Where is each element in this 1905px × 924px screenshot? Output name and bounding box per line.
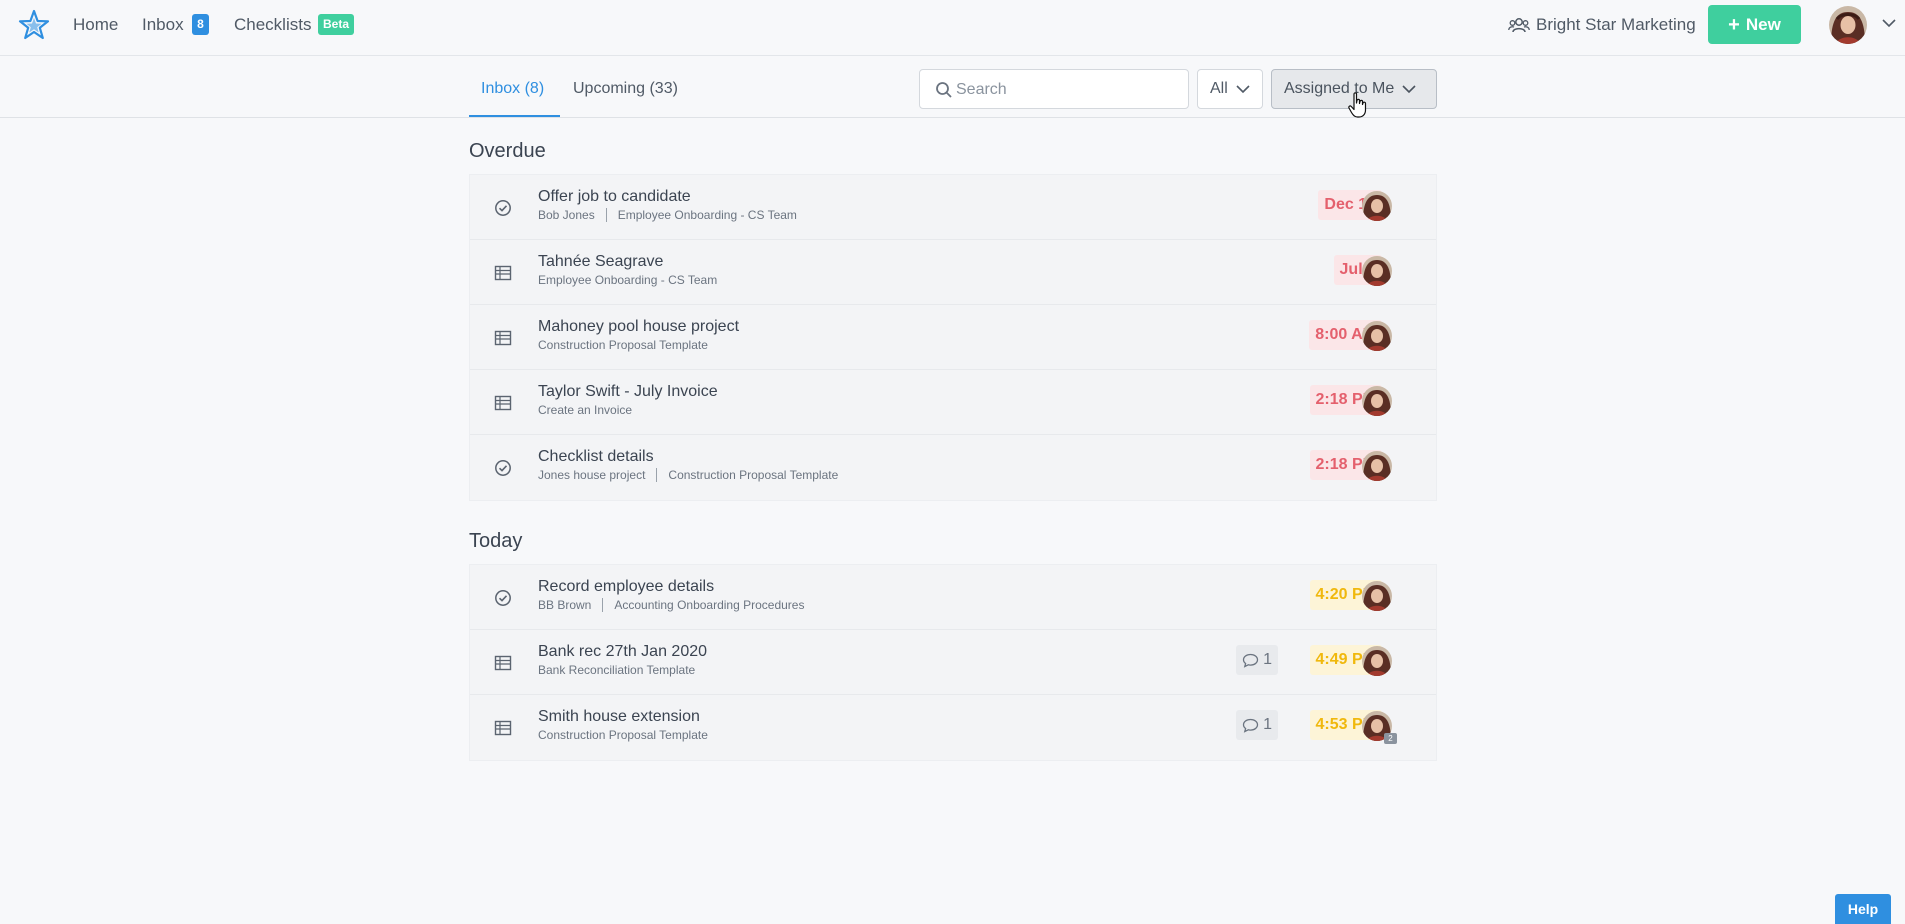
- task-row[interactable]: Checklist details Jones house project Co…: [470, 435, 1436, 500]
- task-subtitle: Bob Jones Employee Onboarding - CS Team: [538, 208, 797, 222]
- active-tab-indicator: [469, 115, 560, 117]
- inbox-count-badge: 8: [192, 14, 209, 35]
- search-input[interactable]: [956, 78, 1176, 102]
- task-subtitle: Jones house project Construction Proposa…: [538, 468, 838, 482]
- speech-bubble-icon: [1242, 718, 1259, 733]
- task-title: Record employee details: [538, 578, 715, 595]
- task-title: Taylor Swift - July Invoice: [538, 383, 718, 400]
- task-template-name: Employee Onboarding - CS Team: [538, 273, 718, 287]
- comment-count-badge[interactable]: 1: [1236, 645, 1278, 675]
- search-icon: [936, 82, 952, 98]
- task-template-name: Employee Onboarding - CS Team: [617, 208, 797, 222]
- task-subtitle: Construction Proposal Template: [538, 338, 708, 352]
- chevron-down-icon[interactable]: [1882, 18, 1896, 28]
- assignee-avatar: [1362, 256, 1392, 286]
- check-circle-icon: [495, 200, 511, 216]
- chevron-down-icon: [1236, 85, 1250, 94]
- new-button[interactable]: + New: [1708, 5, 1801, 44]
- task-subtitle: BB Brown Accounting Onboarding Procedure…: [538, 598, 804, 612]
- task-row[interactable]: Taylor Swift - July Invoice Create an In…: [470, 370, 1436, 435]
- today-section-title: Today: [469, 530, 523, 552]
- assignee-avatar: [1362, 581, 1392, 611]
- type-filter-value: All: [1210, 80, 1228, 97]
- task-row[interactable]: Record employee details BB Brown Account…: [470, 565, 1436, 630]
- new-button-label: New: [1745, 14, 1781, 34]
- task-template-name: Construction Proposal Template: [668, 468, 839, 482]
- assignee-avatar: [1362, 451, 1392, 481]
- type-filter-dropdown[interactable]: All: [1197, 69, 1263, 109]
- chevron-down-icon: [1402, 85, 1416, 94]
- task-subtitle: Employee Onboarding - CS Team: [538, 273, 717, 287]
- assignee-filter-value: Assigned to Me: [1284, 80, 1395, 97]
- top-navigation: Home Inbox 8 Checklists Beta Bright Star…: [0, 0, 1905, 56]
- tab-upcoming[interactable]: Upcoming (33): [573, 80, 678, 98]
- help-button[interactable]: Help: [1835, 894, 1891, 924]
- assignee-avatar: [1362, 321, 1392, 351]
- table-icon: [494, 395, 512, 411]
- inbox-toolbar: Inbox (8) Upcoming (33) All Assigned to …: [0, 56, 1905, 118]
- task-title: Mahoney pool house project: [538, 318, 740, 335]
- separator: [656, 468, 658, 482]
- task-project-name: Jones house project: [538, 468, 646, 482]
- task-row[interactable]: Smith house extension Construction Propo…: [470, 695, 1436, 760]
- beta-badge: Beta: [318, 14, 354, 35]
- separator: [602, 598, 604, 612]
- task-title: Tahnée Seagrave: [538, 253, 664, 270]
- task-row[interactable]: Bank rec 27th Jan 2020 Bank Reconciliati…: [470, 630, 1436, 695]
- overdue-section-title: Overdue: [469, 140, 546, 162]
- task-row[interactable]: Offer job to candidate Bob Jones Employe…: [470, 175, 1436, 240]
- check-circle-icon: [495, 590, 511, 606]
- task-template-name: Construction Proposal Template: [538, 728, 708, 742]
- tab-inbox[interactable]: Inbox (8): [481, 80, 544, 98]
- table-icon: [494, 330, 512, 346]
- task-subtitle: Create an Invoice: [538, 403, 632, 417]
- task-title: Smith house extension: [538, 708, 700, 725]
- task-template-name: Accounting Onboarding Procedures: [614, 598, 805, 612]
- task-row[interactable]: Tahnée Seagrave Employee Onboarding - CS…: [470, 240, 1436, 305]
- nav-home-link[interactable]: Home: [73, 15, 118, 35]
- plus-icon: +: [1728, 13, 1740, 36]
- nav-checklists-link[interactable]: Checklists: [234, 15, 311, 35]
- assignee-avatar: [1362, 191, 1392, 221]
- speech-bubble-icon: [1242, 653, 1259, 668]
- task-template-name: Bank Reconciliation Template: [538, 663, 696, 677]
- comment-count: 1: [1263, 651, 1272, 668]
- task-title: Offer job to candidate: [538, 188, 691, 205]
- task-row[interactable]: Mahoney pool house project Construction …: [470, 305, 1436, 370]
- organization-name: Bright Star Marketing: [1536, 15, 1696, 34]
- user-avatar[interactable]: [1829, 6, 1867, 44]
- search-box[interactable]: [919, 69, 1189, 109]
- users-icon: [1508, 18, 1530, 33]
- task-assignee-name: Bob Jones: [538, 208, 595, 222]
- additional-assignees-badge: 2: [1384, 733, 1397, 744]
- organization-switcher[interactable]: Bright Star Marketing: [1508, 15, 1696, 35]
- table-icon: [494, 655, 512, 671]
- assignee-avatar: [1362, 646, 1392, 676]
- task-template-name: Construction Proposal Template: [538, 338, 708, 352]
- hand-cursor-icon: [1348, 92, 1367, 118]
- task-subtitle: Construction Proposal Template: [538, 728, 708, 742]
- star-logo-icon[interactable]: [18, 9, 50, 41]
- task-template-name: Create an Invoice: [538, 403, 633, 417]
- overdue-task-list: Offer job to candidate Bob Jones Employe…: [469, 174, 1437, 501]
- comment-count-badge[interactable]: 1: [1236, 710, 1278, 740]
- separator: [605, 208, 607, 222]
- task-subtitle: Bank Reconciliation Template: [538, 663, 695, 677]
- today-task-list: Record employee details BB Brown Account…: [469, 564, 1437, 761]
- check-circle-icon: [495, 460, 511, 476]
- task-title: Bank rec 27th Jan 2020: [538, 643, 708, 660]
- assignee-avatar: [1362, 386, 1392, 416]
- comment-count: 1: [1263, 716, 1272, 733]
- table-icon: [494, 720, 512, 736]
- table-icon: [494, 265, 512, 281]
- task-title: Checklist details: [538, 448, 654, 465]
- nav-inbox-link[interactable]: Inbox: [142, 15, 184, 35]
- task-assignee-name: BB Brown: [538, 598, 592, 612]
